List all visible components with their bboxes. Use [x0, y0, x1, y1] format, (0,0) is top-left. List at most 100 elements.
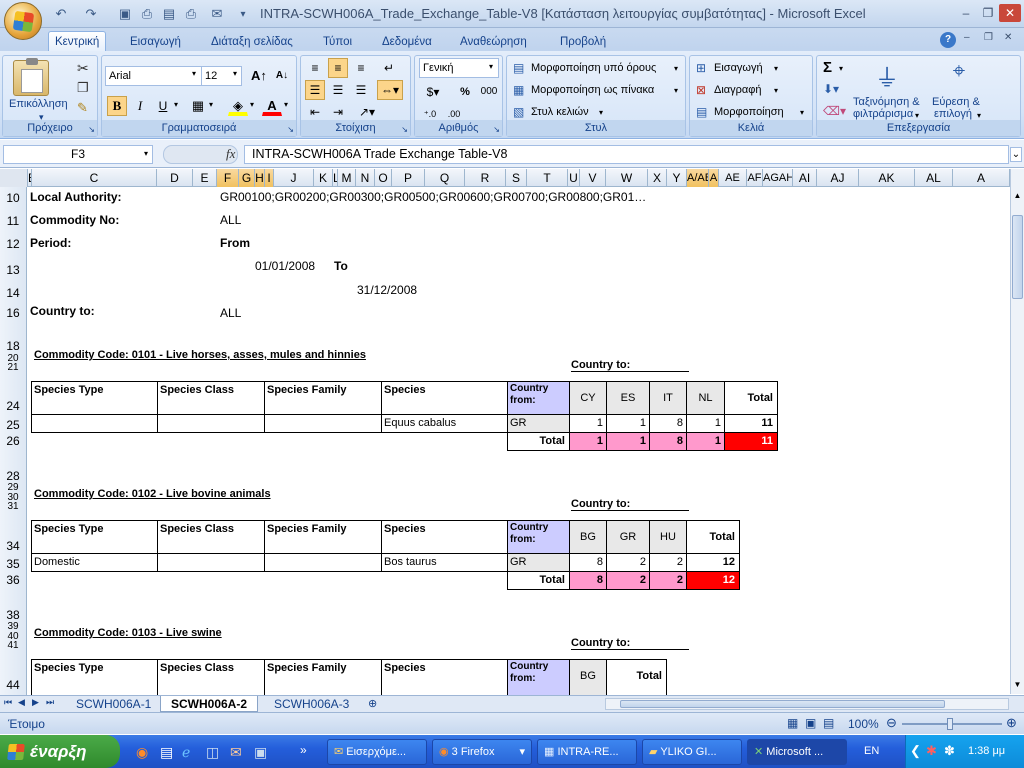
column-header-ak[interactable]: AK — [859, 169, 915, 187]
align-right-icon[interactable]: ☰ — [351, 80, 371, 100]
column-header-ac[interactable]: A — [709, 169, 719, 187]
column-header-al[interactable]: AL — [915, 169, 953, 187]
row-header[interactable]: 25 — [0, 419, 26, 431]
restore-button[interactable]: ❐ — [977, 4, 999, 22]
column-header-q[interactable]: Q — [425, 169, 465, 187]
sort-filter-button[interactable]: Ταξινόμηση & — [853, 96, 920, 108]
column-header-d[interactable]: D — [157, 169, 193, 187]
thousands-button[interactable]: 000 — [477, 82, 501, 102]
clear-icon[interactable]: ⌫▾ — [823, 104, 846, 118]
shrink-font-icon[interactable]: A↓ — [272, 66, 292, 86]
column-header-r[interactable]: R — [465, 169, 506, 187]
name-box[interactable]: F3 — [3, 145, 153, 164]
column-header-f[interactable]: F — [217, 169, 239, 187]
row-header[interactable]: 38 — [0, 609, 26, 621]
grand-total[interactable]: 12 — [686, 571, 740, 590]
column-header-c[interactable]: C — [32, 169, 157, 187]
column-header-aj[interactable]: AJ — [817, 169, 859, 187]
binoculars-icon[interactable]: ⌖ — [943, 58, 975, 88]
borders-icon[interactable]: ▦ — [188, 96, 208, 116]
vertical-scroll-thumb[interactable] — [1012, 215, 1023, 299]
save-icon[interactable]: ▣ — [114, 4, 136, 24]
page-layout-view-icon[interactable]: ▣ — [805, 716, 816, 730]
workbook-restore-icon[interactable]: ❐ — [984, 32, 993, 43]
cell-country-from[interactable]: GR — [507, 553, 570, 572]
tab-insert[interactable]: Εισαγωγή — [124, 32, 187, 52]
cell-value[interactable]: 1 — [569, 414, 607, 433]
horizontal-scrollbar[interactable] — [605, 698, 1009, 710]
minimize-button[interactable]: – — [955, 4, 977, 22]
horizontal-scroll-thumb[interactable] — [620, 700, 945, 708]
insert-dropdown-icon[interactable]: ▾ — [774, 64, 778, 73]
tab-view[interactable]: Προβολή — [554, 32, 612, 52]
tray-expand-icon[interactable]: ❮ — [910, 743, 921, 759]
cell-value[interactable]: 1 — [606, 414, 650, 433]
total-value[interactable]: 2 — [649, 571, 687, 590]
cell-value[interactable]: 8 — [569, 553, 607, 572]
column-header-g[interactable]: G — [239, 169, 255, 187]
cell-value[interactable]: 8 — [649, 414, 687, 433]
undo-icon[interactable]: ↶ — [50, 4, 72, 24]
italic-button[interactable]: I — [130, 96, 150, 116]
cell-species[interactable]: Bos taurus — [381, 553, 508, 572]
cell-value[interactable]: 2 — [649, 553, 687, 572]
percent-button[interactable]: % — [455, 82, 475, 102]
align-left-icon[interactable]: ☰ — [305, 80, 325, 100]
column-header-m[interactable]: M — [338, 169, 356, 187]
cell-value[interactable]: 1 — [686, 414, 725, 433]
row-header[interactable]: 41 — [0, 641, 26, 651]
taskbar-item-firefox[interactable]: ◉ 3 Firefox ▾ — [432, 739, 532, 765]
total-value[interactable]: 1 — [569, 432, 607, 451]
column-header-t[interactable]: T — [527, 169, 568, 187]
row-header[interactable]: 26 — [0, 435, 26, 447]
row-header[interactable]: 14 — [0, 287, 26, 299]
tab-data[interactable]: Δεδομένα — [376, 32, 438, 52]
worksheet-grid[interactable]: Local Authority: GR00100;GR00200;GR00300… — [28, 187, 1010, 695]
next-sheet-icon[interactable]: ▶ — [32, 697, 39, 708]
tab-page-layout[interactable]: Διάταξη σελίδας — [205, 32, 299, 52]
font-name-dropdown-icon[interactable]: ▾ — [192, 69, 196, 78]
sort-filter-icon[interactable]: ⏚ — [871, 58, 903, 92]
quicklaunch-icon[interactable]: ✉ — [230, 744, 242, 761]
bold-button[interactable]: B — [107, 96, 127, 116]
cell-species[interactable]: Equus cabalus — [381, 414, 508, 433]
last-sheet-icon[interactable]: ⏭ — [46, 697, 54, 708]
wrap-text-icon[interactable]: ↵ — [379, 58, 399, 78]
grand-total[interactable]: 11 — [724, 432, 778, 451]
font-size-dropdown-icon[interactable]: ▾ — [233, 69, 237, 78]
paste-button[interactable]: Επικόλληση — [9, 98, 68, 110]
cell-species-family[interactable] — [264, 553, 382, 572]
column-header-s[interactable]: S — [506, 169, 527, 187]
format-as-table-button[interactable]: Μορφοποίηση ως πίνακα — [531, 84, 654, 96]
row-header[interactable]: 44 — [0, 679, 26, 691]
align-bottom-icon[interactable]: ≡ — [351, 58, 371, 78]
print-preview-icon[interactable]: ⎙ — [136, 4, 158, 24]
underline-dropdown-icon[interactable]: ▾ — [174, 100, 178, 109]
align-center-icon[interactable]: ☰ — [328, 80, 348, 100]
row-header[interactable]: 31 — [0, 502, 26, 512]
page-break-view-icon[interactable]: ▤ — [823, 716, 834, 730]
row-header[interactable]: 10 — [0, 192, 26, 204]
column-header-y[interactable]: Y — [667, 169, 687, 187]
column-header-w[interactable]: W — [606, 169, 648, 187]
column-header-u[interactable]: U — [568, 169, 580, 187]
column-header-o[interactable]: O — [375, 169, 392, 187]
cell-species-class[interactable] — [157, 553, 265, 572]
row-header[interactable]: 11 — [0, 215, 26, 227]
alignment-launcher-icon[interactable]: ↘ — [401, 125, 408, 134]
zoom-slider-thumb[interactable] — [947, 718, 953, 730]
format-cells-button[interactable]: Μορφοποίηση — [714, 106, 784, 118]
select-all-corner[interactable] — [0, 169, 28, 187]
column-header-ae[interactable]: AE — [719, 169, 747, 187]
firefox-quicklaunch-icon[interactable]: ◉ — [136, 744, 148, 761]
conditional-format-button[interactable]: Μορφοποίηση υπό όρους — [531, 62, 656, 74]
cell-styles-button[interactable]: Στυλ κελιών — [531, 106, 589, 118]
zoom-in-icon[interactable]: ⊕ — [1006, 715, 1017, 731]
security-icon[interactable]: ✱ — [926, 743, 937, 759]
redo-icon[interactable]: ↷ — [80, 4, 102, 24]
zoom-level[interactable]: 100% — [848, 717, 879, 731]
font-launcher-icon[interactable]: ↘ — [287, 125, 294, 134]
cell-styles-dropdown-icon[interactable]: ▾ — [599, 108, 603, 117]
clipboard-launcher-icon[interactable]: ↘ — [88, 125, 95, 134]
fill-color-dropdown-icon[interactable]: ▾ — [250, 100, 254, 109]
